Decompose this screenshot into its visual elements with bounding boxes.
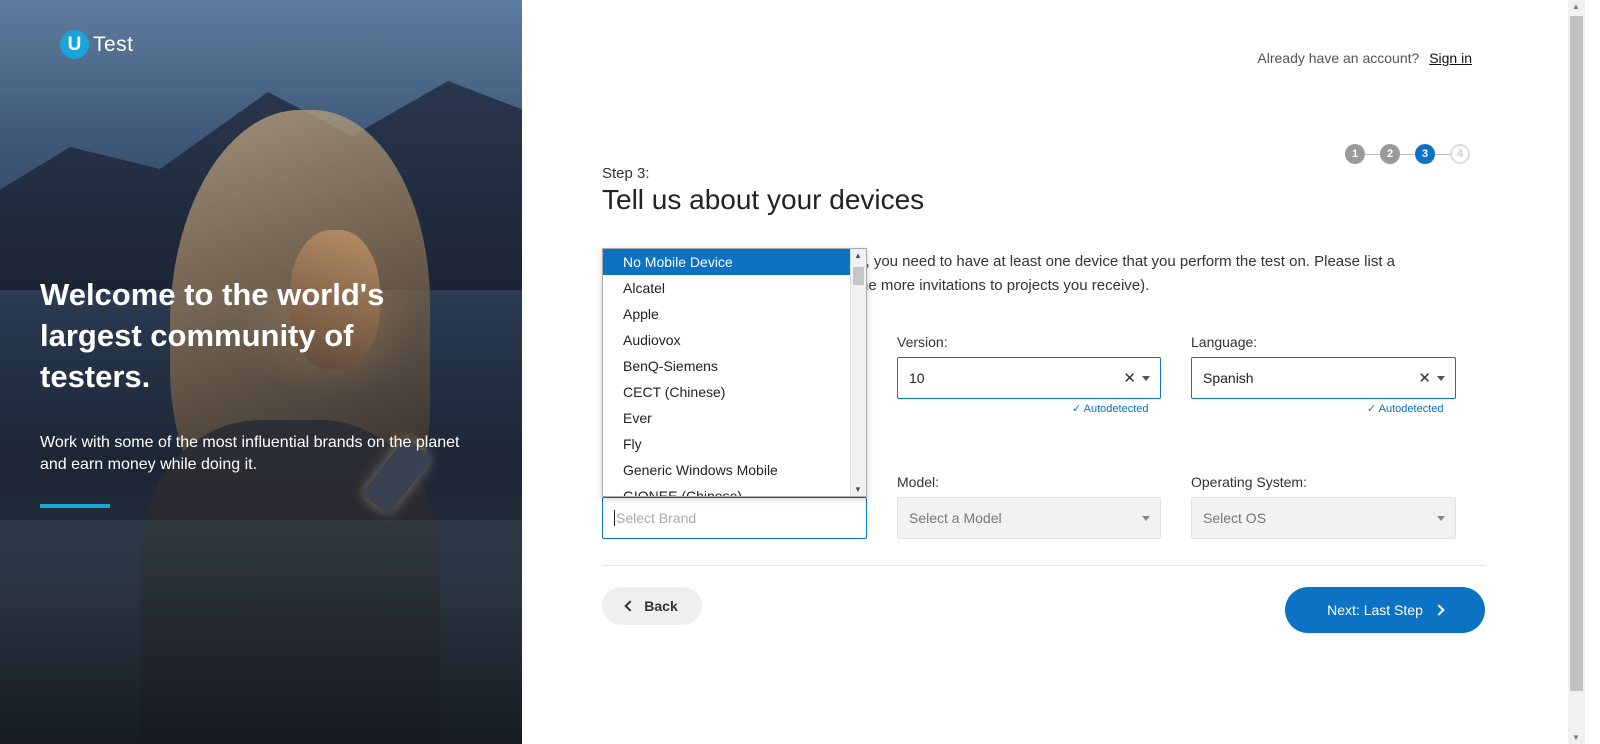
step-indicator: 1 2 3 4 (1345, 144, 1470, 164)
dropdown-scrollbar[interactable]: ▲ ▼ (850, 249, 866, 496)
brand-input[interactable]: Select Brand (602, 497, 867, 539)
chevron-right-icon (1433, 604, 1445, 616)
back-label: Back (644, 598, 678, 614)
account-prompt-text: Already have an account? (1257, 50, 1420, 66)
dropdown-option[interactable]: GIONEE (Chinese) (603, 483, 851, 496)
scroll-up-icon[interactable]: ▲ (1572, 2, 1580, 11)
step-2: 2 (1380, 144, 1400, 164)
dropdown-option[interactable]: Apple (603, 301, 851, 327)
logo-text: Test (93, 32, 134, 56)
language-label: Language: (1191, 334, 1258, 350)
os-placeholder: Select OS (1203, 510, 1267, 526)
signin-link[interactable]: Sign in (1429, 50, 1472, 66)
chevron-down-icon (1437, 515, 1445, 521)
back-button[interactable]: Back (602, 587, 702, 625)
model-placeholder: Select a Model (909, 510, 1002, 526)
dropdown-option[interactable]: CECT (Chinese) (603, 379, 851, 405)
clear-icon[interactable]: ✕ (1418, 369, 1431, 387)
dropdown-option[interactable]: Generic Windows Mobile (603, 457, 851, 483)
form-divider (602, 565, 1486, 566)
page-title: Tell us about your devices (602, 184, 925, 215)
brand-placeholder: Select Brand (616, 510, 697, 526)
step-connector (1435, 153, 1450, 155)
os-select[interactable]: Select OS (1191, 497, 1456, 539)
dropdown-option[interactable]: Audiovox (603, 327, 851, 353)
page-scrollbar[interactable]: ▲ ▼ (1568, 0, 1585, 744)
signup-page: U Test Welcome to the world's largest co… (0, 0, 1600, 744)
step-1: 1 (1345, 144, 1365, 164)
utest-logo[interactable]: U Test (60, 30, 134, 59)
version-value: 10 (909, 370, 925, 386)
model-select[interactable]: Select a Model (897, 497, 1161, 539)
step-connector (1400, 153, 1415, 155)
chevron-down-icon[interactable] (1142, 375, 1150, 381)
hero-subtext: Work with some of the most influential b… (40, 434, 460, 473)
scroll-down-icon[interactable]: ▼ (1572, 733, 1580, 742)
dropdown-option[interactable]: Alcatel (603, 275, 851, 301)
step-4: 4 (1450, 144, 1470, 164)
brand-dropdown-list[interactable]: No Mobile Device Alcatel Apple Audiovox … (602, 248, 867, 497)
hero-headline: Welcome to the world's largest community… (40, 277, 385, 394)
hero-photo-water (0, 520, 522, 744)
dropdown-option[interactable]: Ever (603, 405, 851, 431)
version-select[interactable]: 10 ✕ (897, 357, 1161, 399)
dropdown-option[interactable]: No Mobile Device (603, 249, 851, 275)
logo-icon: U (60, 30, 89, 59)
version-label: Version: (897, 334, 948, 350)
dropdown-option[interactable]: BenQ-Siemens (603, 353, 851, 379)
language-autodetected: ✓ Autodetected (1367, 403, 1444, 415)
model-label: Model: (897, 474, 940, 490)
os-label: Operating System: (1191, 474, 1307, 490)
language-select[interactable]: Spanish ✕ (1191, 357, 1456, 399)
page-scroll-thumb[interactable] (1570, 16, 1583, 691)
step-connector (1365, 153, 1380, 155)
signin-prompt: Already have an account? Sign in (1257, 50, 1472, 66)
language-value: Spanish (1203, 370, 1254, 386)
clear-icon[interactable]: ✕ (1123, 369, 1136, 387)
next-button[interactable]: Next: Last Step (1285, 587, 1485, 633)
scroll-down-icon[interactable]: ▼ (854, 485, 862, 494)
text-cursor (614, 510, 615, 526)
version-autodetected: ✓ Autodetected (1072, 403, 1149, 415)
chevron-down-icon (1142, 515, 1150, 521)
hero-accent-bar (40, 504, 110, 508)
step-label: Step 3: (602, 165, 650, 182)
scroll-up-icon[interactable]: ▲ (854, 251, 862, 260)
dropdown-option[interactable]: Fly (603, 431, 851, 457)
dropdown-scroll-thumb[interactable] (853, 267, 864, 285)
hero-panel: U Test Welcome to the world's largest co… (0, 0, 522, 744)
next-label: Next: Last Step (1327, 602, 1423, 618)
chevron-left-icon (624, 600, 636, 612)
step-3: 3 (1415, 144, 1435, 164)
chevron-down-icon[interactable] (1437, 375, 1445, 381)
